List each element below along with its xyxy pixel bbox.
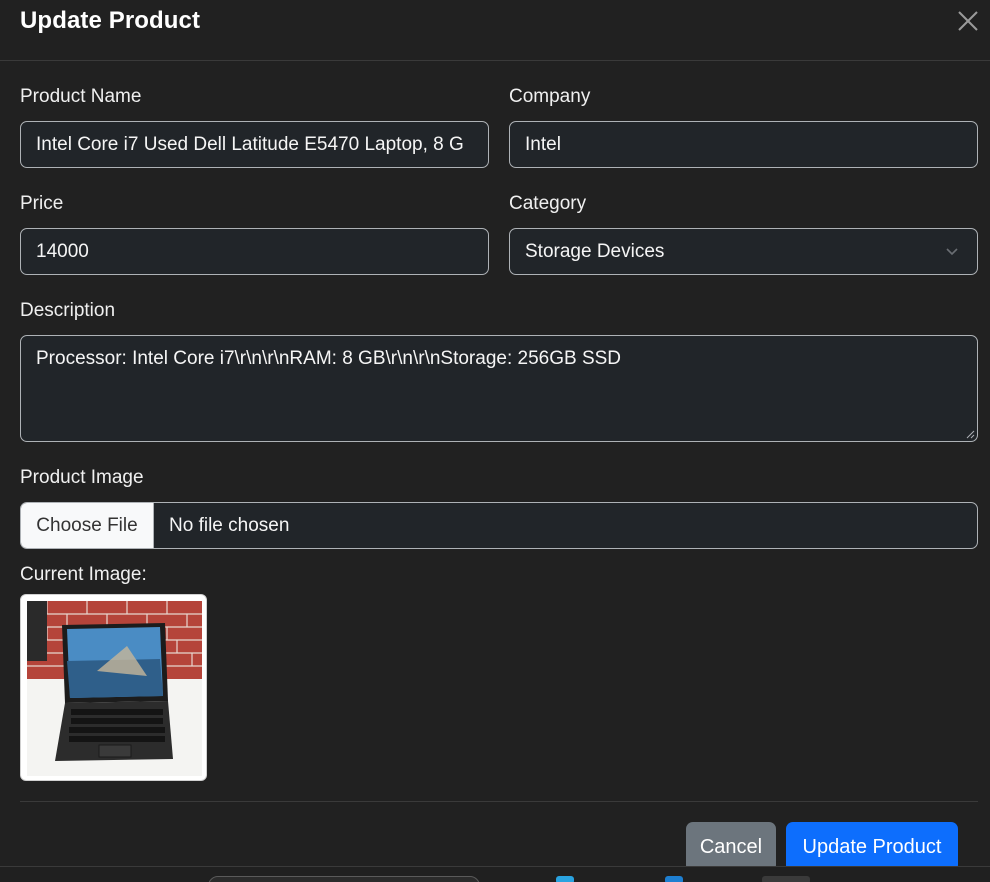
- laptop-photo-image: [27, 601, 202, 776]
- taskbar-app-icon[interactable]: [665, 876, 683, 882]
- taskbar-browser-icon[interactable]: [556, 876, 574, 882]
- company-input[interactable]: Intel: [509, 121, 978, 168]
- chevron-down-icon: [946, 248, 958, 256]
- price-input[interactable]: 14000: [20, 228, 489, 275]
- update-product-modal: Update Product Product Name Intel Core i…: [0, 0, 990, 882]
- taskbar-github-icon[interactable]: [762, 876, 810, 882]
- category-label: Category: [509, 193, 587, 214]
- current-image-label: Current Image:: [20, 564, 147, 585]
- modal-header: Update Product: [0, 0, 990, 61]
- taskbar: [0, 866, 990, 882]
- current-image-thumbnail: [20, 594, 207, 781]
- description-text: Processor: Intel Core i7\r\n\r\nRAM: 8 G…: [36, 348, 622, 369]
- product-name-input[interactable]: Intel Core i7 Used Dell Latitude E5470 L…: [20, 121, 489, 168]
- close-button[interactable]: [954, 7, 982, 35]
- description-textarea[interactable]: Processor: Intel Core i7\r\n\r\nRAM: 8 G…: [20, 335, 978, 442]
- price-label: Price: [20, 193, 64, 214]
- choose-file-button[interactable]: Choose File: [21, 503, 154, 548]
- product-image-label: Product Image: [20, 467, 144, 488]
- close-icon: [958, 11, 978, 31]
- file-status-text: No file chosen: [169, 515, 290, 536]
- company-label: Company: [509, 86, 591, 107]
- modal-title: Update Product: [20, 7, 201, 34]
- category-select[interactable]: Storage Devices: [509, 228, 978, 275]
- resize-grip-icon[interactable]: [965, 429, 975, 439]
- product-name-label: Product Name: [20, 86, 142, 107]
- cancel-button[interactable]: Cancel: [686, 822, 776, 872]
- update-product-button[interactable]: Update Product: [786, 822, 958, 872]
- footer-divider: [20, 801, 978, 802]
- taskbar-search-box[interactable]: [208, 876, 480, 882]
- category-selected-value: Storage Devices: [525, 241, 665, 262]
- description-label: Description: [20, 300, 116, 321]
- product-image-file-input[interactable]: Choose File No file chosen: [20, 502, 978, 549]
